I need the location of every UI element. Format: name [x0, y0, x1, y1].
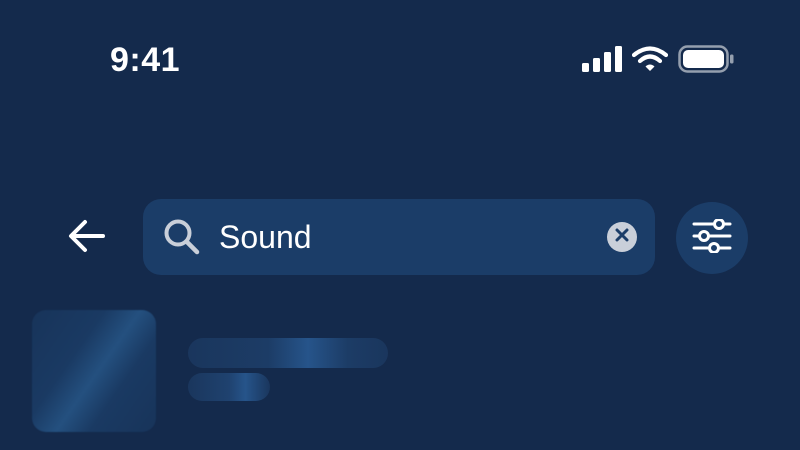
back-button[interactable]	[58, 212, 116, 264]
status-time: 9:41	[110, 41, 181, 79]
filter-button[interactable]	[676, 202, 748, 274]
result-thumbnail-placeholder	[32, 310, 156, 432]
result-title-placeholder	[188, 338, 388, 368]
clear-search-button[interactable]	[607, 222, 637, 252]
search-bar[interactable]	[143, 199, 655, 275]
search-input[interactable]	[219, 211, 589, 263]
result-subtitle-placeholder	[188, 373, 270, 401]
search-icon	[163, 218, 201, 256]
arrow-left-icon	[67, 219, 107, 258]
signal-icon	[582, 46, 622, 72]
wifi-icon	[632, 46, 668, 72]
clear-icon	[615, 228, 629, 247]
battery-icon	[678, 45, 734, 73]
sliders-icon	[692, 217, 732, 258]
search-screen: 9:41	[0, 0, 800, 450]
status-icons	[582, 44, 734, 74]
